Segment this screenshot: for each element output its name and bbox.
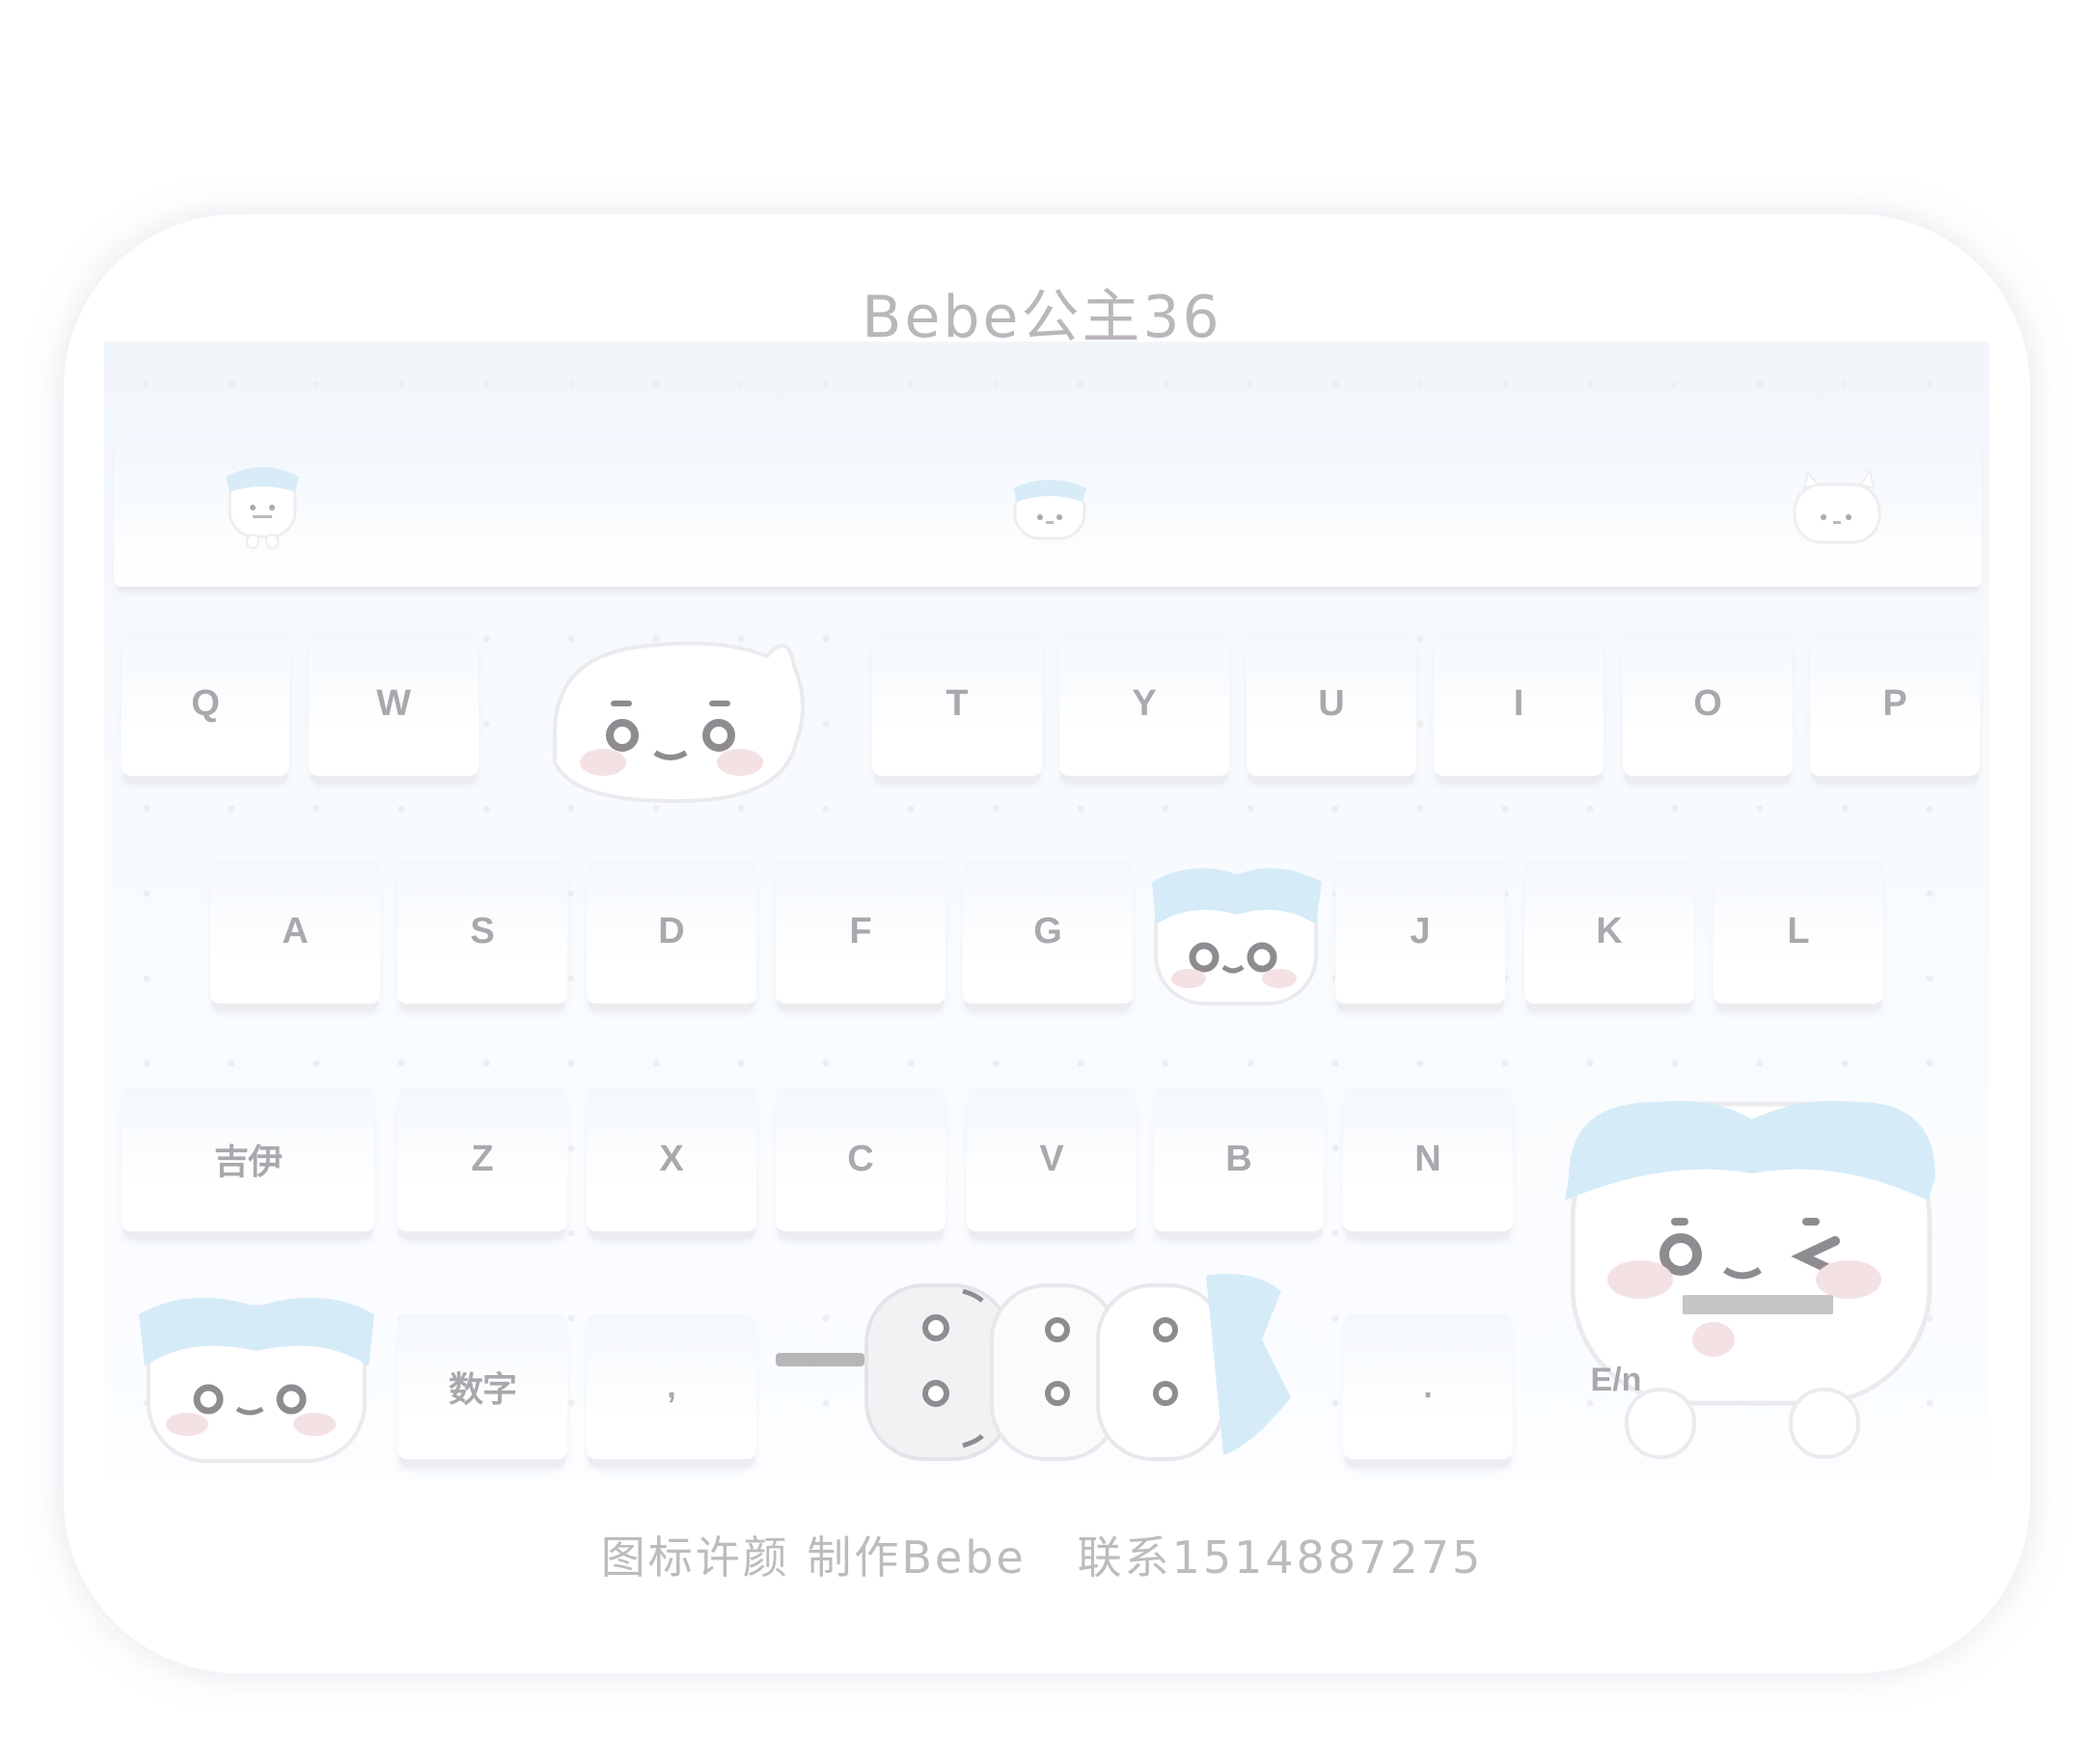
key-j[interactable]: J — [1335, 859, 1505, 1004]
key-y[interactable]: Y — [1059, 631, 1229, 776]
toolbar-character-icon-right[interactable] — [1785, 463, 1891, 556]
space-key-characters[interactable] — [770, 1262, 1310, 1475]
key-f[interactable]: F — [776, 859, 946, 1004]
key-t[interactable]: T — [872, 631, 1042, 776]
key-u[interactable]: U — [1247, 631, 1416, 776]
key-numbers[interactable]: 数字 — [398, 1314, 567, 1459]
key-n[interactable]: N — [1343, 1087, 1513, 1231]
key-i[interactable]: I — [1434, 631, 1604, 776]
key-p[interactable]: P — [1810, 631, 1980, 776]
key-g[interactable]: G — [963, 859, 1133, 1004]
key-k[interactable]: K — [1524, 859, 1694, 1004]
key-comma[interactable]: , — [587, 1314, 756, 1459]
character-key-icon-large[interactable] — [535, 618, 815, 811]
toolbar-character-icon-center[interactable] — [1003, 465, 1096, 552]
key-w[interactable]: W — [309, 631, 479, 776]
enter-indicator-bar — [1683, 1295, 1833, 1314]
key-z[interactable]: Z — [398, 1087, 567, 1231]
character-key-icon-h[interactable] — [1144, 857, 1328, 1011]
key-c[interactable]: C — [776, 1087, 946, 1231]
key-q[interactable]: Q — [122, 631, 289, 776]
key-d[interactable]: D — [587, 859, 756, 1004]
credits-footer: 图标许颜 制作Bebe 联系1514887275 — [600, 1531, 1484, 1584]
toolbar-character-icon-left[interactable] — [214, 454, 311, 560]
character-key-icon-symbols[interactable] — [131, 1283, 382, 1473]
key-b[interactable]: B — [1154, 1087, 1324, 1231]
key-a[interactable]: A — [210, 859, 380, 1004]
key-x[interactable]: X — [587, 1087, 756, 1231]
key-l[interactable]: L — [1714, 859, 1883, 1004]
key-o[interactable]: O — [1623, 631, 1793, 776]
key-s[interactable]: S — [398, 859, 567, 1004]
key-language-switch[interactable]: E/n — [1563, 1332, 1669, 1428]
key-v[interactable]: V — [967, 1087, 1137, 1231]
key-period[interactable]: . — [1343, 1314, 1513, 1459]
key-shift-chiikawa[interactable]: 吉伊 — [122, 1087, 374, 1231]
